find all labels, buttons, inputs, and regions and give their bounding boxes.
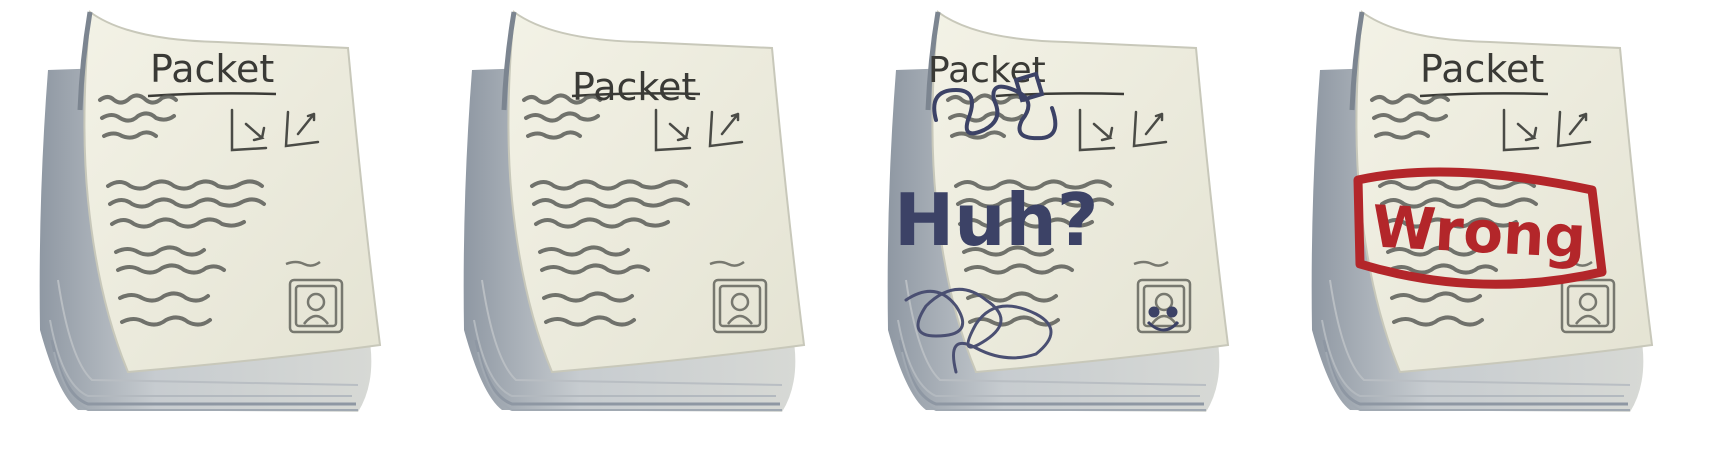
packet-illustration: Packet (18, 0, 418, 471)
packet-illustration: Packet Wrong (1290, 0, 1690, 471)
packet-document-2: Packet (442, 0, 842, 471)
packet-title: Packet (150, 47, 274, 91)
packet-title: Packet (1420, 47, 1544, 91)
packet-illustration: Packet (442, 0, 842, 471)
packet-document-1: Packet (18, 0, 418, 471)
packet-title: Packet (928, 50, 1046, 91)
packet-document-4: Packet Wrong (1290, 0, 1690, 471)
overlay-huh-text: Huh? (894, 178, 1099, 262)
packet-illustration: Packet Huh? (866, 0, 1266, 471)
packet-title: Packet (572, 65, 696, 109)
packet-document-3: Packet Huh? (866, 0, 1266, 471)
overlay-wrong-text: Wrong (1370, 192, 1587, 271)
